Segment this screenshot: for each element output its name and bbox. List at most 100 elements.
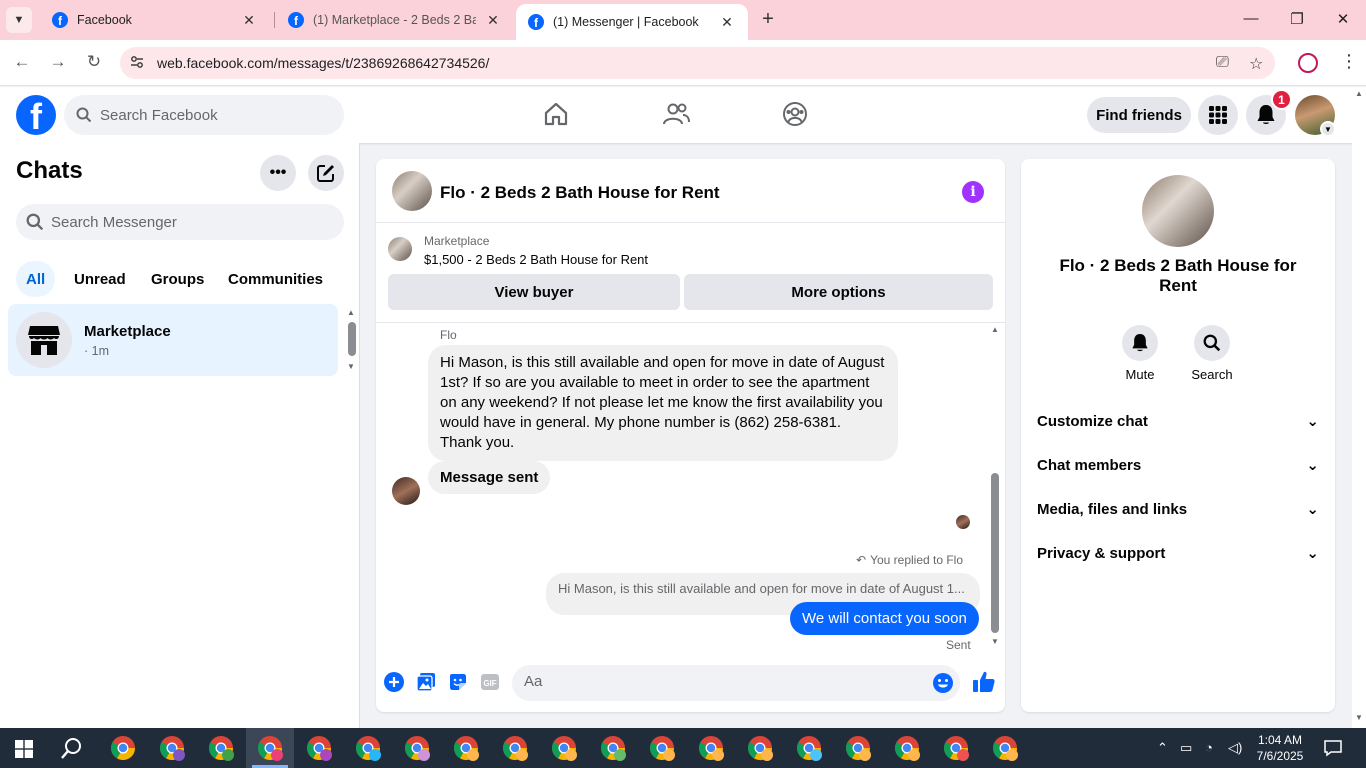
scroll-down-icon[interactable]: ▼ (991, 637, 999, 646)
battery-icon[interactable]: ▭ (1180, 740, 1192, 756)
chrome-profile-icon[interactable] (403, 734, 431, 762)
view-buyer-button[interactable]: View buyer (388, 274, 680, 310)
scroll-up-icon[interactable]: ▲ (1355, 89, 1363, 98)
url-text[interactable]: web.facebook.com/messages/t/238692686427… (157, 55, 489, 71)
filter-unread[interactable]: Unread (64, 261, 136, 297)
filter-all[interactable]: All (16, 261, 56, 297)
chrome-profile-icon[interactable] (354, 734, 382, 762)
chrome-profile-icon[interactable] (158, 734, 186, 762)
listing-title[interactable]: $1,500 - 2 Beds 2 Bath House for Rent (424, 252, 648, 267)
taskbar-search-icon[interactable] (60, 737, 84, 761)
scroll-up-icon[interactable]: ▲ (991, 325, 999, 334)
chrome-profile-icon[interactable] (305, 734, 333, 762)
more-options-button[interactable]: More options (684, 274, 993, 310)
groups-nav-button[interactable] (780, 99, 810, 129)
close-window-button[interactable]: ✕ (1333, 10, 1353, 28)
scroll-down-icon[interactable]: ▼ (1355, 713, 1363, 722)
close-icon[interactable]: ✕ (484, 12, 502, 29)
message-input[interactable] (524, 673, 914, 690)
tab-facebook[interactable]: f Facebook ✕ (40, 0, 270, 40)
gif-button[interactable]: GIF (479, 671, 501, 693)
conversation-title[interactable]: Flo · 2 Beds 2 Bath House for Rent (440, 183, 720, 203)
messenger-search[interactable] (16, 204, 344, 240)
filter-communities[interactable]: Communities (218, 261, 333, 297)
more-actions-button[interactable] (383, 671, 405, 693)
chevron-down-icon[interactable]: ▼ (1320, 121, 1336, 137)
chrome-profile-icon[interactable] (256, 734, 284, 762)
outgoing-message-bubble[interactable]: We will contact you soon (790, 602, 979, 635)
tray-chevron-up-icon[interactable]: ⌃ (1157, 740, 1168, 756)
menu-button[interactable] (1198, 95, 1238, 135)
restore-button[interactable]: ❐ (1287, 10, 1307, 28)
home-nav-button[interactable] (541, 99, 571, 129)
windows-start-icon[interactable] (15, 740, 33, 758)
emoji-icon[interactable] (932, 672, 954, 694)
chrome-profile-icon[interactable] (746, 734, 774, 762)
chrome-icon[interactable] (109, 734, 137, 762)
volume-icon[interactable]: ◁) (1228, 740, 1242, 756)
message-input-container[interactable] (512, 665, 960, 701)
conversation-scrollbar[interactable]: ▲ ▼ (988, 325, 1002, 650)
messenger-search-input[interactable] (51, 213, 321, 231)
new-message-button[interactable] (308, 155, 344, 191)
install-app-icon[interactable]: ⎚ (1216, 54, 1229, 72)
conversation-info-icon[interactable]: i (962, 181, 984, 203)
scroll-up-icon[interactable]: ▲ (347, 308, 355, 317)
back-button[interactable]: ← (11, 52, 33, 72)
scrollbar-thumb[interactable] (991, 473, 999, 633)
attach-photo-button[interactable] (415, 671, 437, 693)
reload-button[interactable]: ↻ (83, 52, 105, 72)
chrome-profile-icon[interactable] (452, 734, 480, 762)
chrome-profile-icon[interactable] (550, 734, 578, 762)
chrome-profile-icon[interactable] (942, 734, 970, 762)
sidebar-scrollbar[interactable]: ▲ ▼ (344, 306, 358, 376)
network-icon[interactable]: ◔ (1205, 740, 1213, 755)
chrome-profile-icon[interactable] (207, 734, 235, 762)
chrome-profile-icon[interactable] (648, 734, 676, 762)
chrome-profile-icon[interactable] (991, 734, 1019, 762)
new-tab-button[interactable]: + (757, 9, 779, 31)
friends-nav-button[interactable] (661, 99, 691, 129)
scrollbar-thumb[interactable] (348, 322, 356, 356)
chat-info-avatar[interactable] (1142, 175, 1214, 247)
chat-options-button[interactable]: ••• (260, 155, 296, 191)
tab-search-button[interactable]: ▼ (6, 7, 32, 33)
chrome-profile-icon[interactable] (893, 734, 921, 762)
forward-button[interactable]: → (47, 52, 69, 72)
section-media-files-links[interactable]: Media, files and links ⌄ (1037, 491, 1319, 527)
chrome-profile-icon[interactable] (501, 734, 529, 762)
facebook-search-input[interactable] (100, 106, 320, 124)
browser-profile-icon[interactable] (1298, 53, 1318, 73)
bookmark-star-icon[interactable]: ☆ (1249, 54, 1263, 74)
system-clock[interactable]: 1:04 AM 7/6/2025 (1250, 732, 1310, 764)
chat-item-marketplace[interactable]: Marketplace · 1m (8, 304, 338, 376)
chrome-profile-icon[interactable] (795, 734, 823, 762)
mute-button[interactable]: Mute (1110, 325, 1170, 382)
section-privacy-support[interactable]: Privacy & support ⌄ (1037, 535, 1319, 571)
browser-menu-icon[interactable]: ⋮ (1340, 51, 1358, 72)
find-friends-button[interactable]: Find friends (1087, 97, 1191, 133)
close-icon[interactable]: ✕ (718, 14, 736, 31)
chrome-profile-icon[interactable] (844, 734, 872, 762)
search-in-conversation-button[interactable]: Search (1182, 325, 1242, 382)
section-chat-members[interactable]: Chat members ⌄ (1037, 447, 1319, 483)
chrome-profile-icon[interactable] (599, 734, 627, 762)
listing-thumbnail[interactable] (388, 237, 412, 261)
send-like-button[interactable] (971, 669, 997, 695)
scroll-down-icon[interactable]: ▼ (347, 362, 355, 371)
facebook-logo[interactable]: f (16, 95, 56, 135)
address-bar[interactable]: web.facebook.com/messages/t/238692686427… (120, 47, 1275, 79)
message-sent-bubble[interactable]: Message sent (428, 461, 551, 494)
site-settings-icon[interactable] (130, 55, 144, 69)
minimize-button[interactable]: — (1241, 10, 1261, 27)
chrome-profile-icon[interactable] (697, 734, 725, 762)
tab-messenger[interactable]: f (1) Messenger | Facebook ✕ (516, 4, 748, 40)
page-scrollbar[interactable]: ▲ ▼ (1352, 87, 1366, 728)
sticker-button[interactable] (447, 671, 469, 693)
tab-marketplace[interactable]: f (1) Marketplace - 2 Beds 2 Bath ✕ (276, 0, 514, 40)
close-icon[interactable]: ✕ (240, 12, 258, 29)
sender-avatar[interactable] (392, 477, 420, 505)
section-customize-chat[interactable]: Customize chat ⌄ (1037, 403, 1319, 439)
conversation-avatar[interactable] (392, 171, 432, 211)
incoming-message-bubble[interactable]: Hi Mason, is this still available and op… (428, 345, 898, 461)
